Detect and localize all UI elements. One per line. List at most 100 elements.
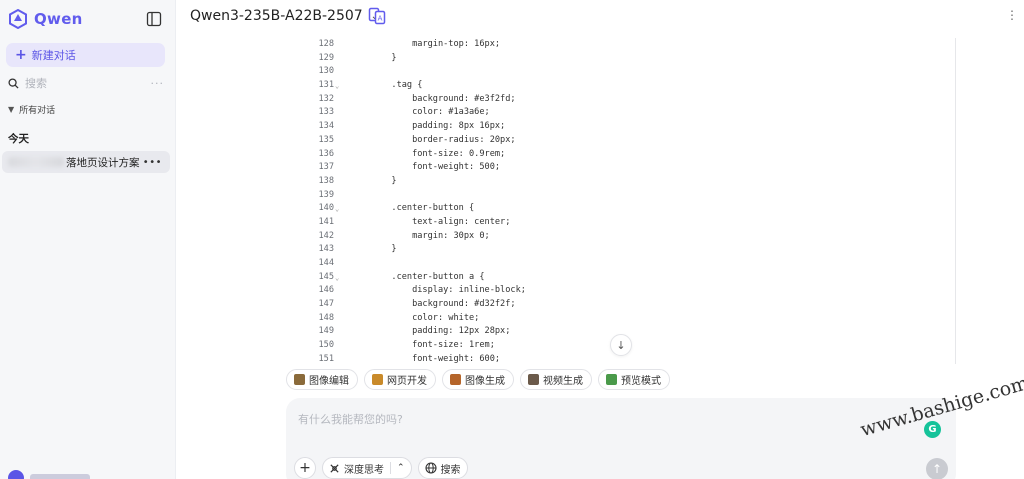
sidebar-toggle-icon[interactable] bbox=[146, 11, 162, 27]
chat-input[interactable]: 有什么我能帮您的吗? bbox=[298, 411, 403, 427]
code-line: 128 margin-top: 16px; bbox=[312, 38, 955, 52]
code-text: } bbox=[350, 175, 397, 186]
send-button[interactable]: ↑ bbox=[926, 458, 948, 479]
code-line: 143 } bbox=[312, 243, 955, 257]
tool-label: 视频生成 bbox=[543, 376, 583, 387]
code-text: background: #e3f2fd; bbox=[350, 93, 516, 104]
deep-think-icon bbox=[330, 463, 339, 473]
code-line: 131 ⌄ .tag { bbox=[312, 79, 955, 93]
web-search-button[interactable]: 搜索 bbox=[417, 457, 468, 479]
code-line: 149 padding: 12px 28px; bbox=[312, 325, 955, 339]
sidebar: Qwen + 新建对话 搜索 ··· ▼ 所有对话 今天 落地页设计方案 ••• bbox=[0, 0, 176, 479]
code-line: 132 background: #e3f2fd; bbox=[312, 93, 955, 107]
tool-label: 预览模式 bbox=[621, 376, 661, 387]
input-toolbar: + 深度思考 ⌃ 搜索 bbox=[294, 457, 468, 479]
search-label: 搜索 bbox=[440, 464, 461, 476]
line-number: 139 bbox=[318, 189, 334, 200]
chat-list-item[interactable]: 落地页设计方案 ••• bbox=[2, 151, 170, 173]
tool-web-dev-button[interactable]: 网页开发 bbox=[364, 369, 436, 390]
line-number: 130 bbox=[318, 66, 334, 77]
tool-image-gen-button[interactable]: 图像生成 bbox=[442, 369, 514, 390]
blurred-text bbox=[8, 157, 64, 167]
user-profile[interactable] bbox=[8, 470, 90, 479]
tool-video-gen-button[interactable]: 视频生成 bbox=[520, 369, 592, 390]
all-chats-label: 所有对话 bbox=[19, 106, 56, 116]
more-icon[interactable]: ··· bbox=[151, 77, 165, 90]
code-line: 137 font-weight: 500; bbox=[312, 161, 955, 175]
arrow-up-icon: ↑ bbox=[931, 462, 943, 476]
code-line: 147 background: #d32f2f; bbox=[312, 298, 955, 312]
deep-think-button[interactable]: 深度思考 ⌃ bbox=[322, 457, 412, 479]
compare-models-icon[interactable]: A bbox=[368, 7, 386, 25]
line-number: 140 bbox=[318, 203, 334, 214]
chevron-down-icon: ▼ bbox=[8, 105, 15, 114]
scroll-down-button[interactable]: ↓ bbox=[610, 334, 632, 356]
code-line: 140 ⌄ .center-button { bbox=[312, 202, 955, 216]
more-menu-icon[interactable]: ⋮ bbox=[1006, 8, 1019, 22]
tool-label: 图像编辑 bbox=[309, 376, 349, 387]
line-number: 148 bbox=[318, 312, 334, 323]
line-number: 137 bbox=[318, 162, 334, 173]
chat-title: 落地页设计方案 bbox=[66, 156, 140, 169]
deep-think-label: 深度思考 bbox=[344, 464, 384, 476]
image-gen-icon bbox=[450, 374, 461, 385]
user-name-redacted bbox=[30, 474, 90, 479]
chevron-up-icon[interactable]: ⌃ bbox=[397, 463, 405, 473]
code-line: 133 color: #1a3a6e; bbox=[312, 106, 955, 120]
fold-chevron-icon[interactable]: ⌄ bbox=[335, 80, 339, 94]
code-text: color: white; bbox=[350, 312, 480, 323]
code-line: 136 font-size: 0.9rem; bbox=[312, 148, 955, 162]
fold-chevron-icon[interactable]: ⌄ bbox=[335, 203, 339, 217]
line-number: 149 bbox=[318, 326, 334, 337]
arrow-down-icon: ↓ bbox=[616, 338, 626, 352]
sidebar-search[interactable]: 搜索 ··· bbox=[8, 75, 168, 91]
fold-chevron-icon[interactable]: ⌄ bbox=[335, 272, 339, 286]
plus-icon: + bbox=[299, 460, 311, 476]
tool-label: 网页开发 bbox=[387, 376, 427, 387]
code-text: font-size: 0.9rem; bbox=[350, 148, 506, 159]
code-line: 129 } bbox=[312, 52, 955, 66]
model-selector[interactable]: Qwen3-235B-A22B-2507 ⌄ bbox=[190, 8, 379, 24]
new-chat-button[interactable]: + 新建对话 bbox=[6, 43, 165, 67]
code-line: 145 ⌄ .center-button a { bbox=[312, 271, 955, 285]
all-chats-toggle[interactable]: ▼ 所有对话 bbox=[8, 103, 55, 116]
code-block: 128 margin-top: 16px; 129 } 130 131 ⌄ .tag {… bbox=[312, 38, 956, 364]
brand[interactable]: Qwen bbox=[8, 9, 83, 29]
code-line: 135 border-radius: 20px; bbox=[312, 134, 955, 148]
code-text: display: inline-block; bbox=[350, 285, 526, 296]
code-text: .tag { bbox=[350, 80, 423, 91]
tool-image-edit-button[interactable]: 图像编辑 bbox=[286, 369, 358, 390]
code-line: 146 display: inline-block; bbox=[312, 284, 955, 298]
line-number: 146 bbox=[318, 285, 334, 296]
add-attachment-button[interactable]: + bbox=[294, 457, 316, 479]
code-text: } bbox=[350, 244, 397, 255]
code-text: text-align: center; bbox=[350, 216, 511, 227]
code-line: 138 } bbox=[312, 175, 955, 189]
code-text: color: #1a3a6e; bbox=[350, 107, 490, 118]
tool-label: 图像生成 bbox=[465, 376, 505, 387]
code-text: border-radius: 20px; bbox=[350, 134, 516, 145]
line-number: 129 bbox=[318, 52, 334, 63]
group-label-today: 今天 bbox=[8, 133, 29, 145]
chat-more-icon[interactable]: ••• bbox=[143, 157, 162, 168]
line-number: 135 bbox=[318, 134, 334, 145]
code-text: .center-button { bbox=[350, 203, 475, 214]
code-line: 144 bbox=[312, 257, 955, 271]
code-line: 139 bbox=[312, 189, 955, 203]
code-text: .center-button a { bbox=[350, 271, 485, 282]
avatar bbox=[8, 470, 24, 479]
qwen-logo-icon bbox=[9, 9, 27, 29]
line-number: 138 bbox=[318, 175, 334, 186]
grammarly-icon[interactable]: G bbox=[924, 421, 941, 438]
video-gen-icon bbox=[528, 374, 539, 385]
code-text: font-weight: 600; bbox=[350, 353, 501, 364]
code-line: 134 padding: 8px 16px; bbox=[312, 120, 955, 134]
tool-preview-button[interactable]: 预览模式 bbox=[598, 369, 670, 390]
line-number: 142 bbox=[318, 230, 334, 241]
svg-text:A: A bbox=[378, 15, 383, 23]
code-text: font-size: 1rem; bbox=[350, 340, 495, 351]
code-text: margin: 30px 0; bbox=[350, 230, 490, 241]
code-line: 148 color: white; bbox=[312, 312, 955, 326]
image-edit-icon bbox=[294, 374, 305, 385]
code-line: 141 text-align: center; bbox=[312, 216, 955, 230]
